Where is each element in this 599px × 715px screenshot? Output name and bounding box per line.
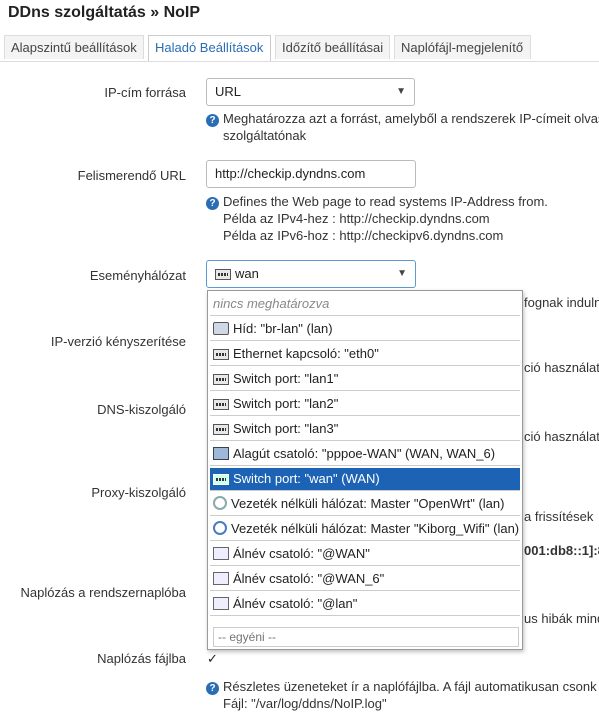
option-switch-port-lan3[interactable]: Switch port: "lan3" bbox=[210, 418, 520, 441]
ip-source-label: IP-cím forrása bbox=[104, 85, 186, 100]
bridge-icon bbox=[213, 322, 229, 335]
wireless-disabled-icon bbox=[213, 496, 227, 510]
option-bridge-br-lan[interactable]: Híd: "br-lan" (lan) bbox=[210, 318, 520, 341]
tunnel-icon bbox=[213, 447, 229, 460]
dns-server-label: DNS-kiszolgáló bbox=[97, 402, 186, 417]
option-switch-port-lan1[interactable]: Switch port: "lan1" bbox=[210, 368, 520, 391]
ip-source-help-line-2: szolgáltatónak bbox=[223, 128, 307, 143]
logfile-checkbox[interactable]: ✓ bbox=[205, 651, 220, 666]
chevron-down-icon: ▼ bbox=[396, 86, 406, 97]
detect-url-help-line-1: Defines the Web page to read systems IP-… bbox=[223, 194, 548, 209]
tab-bar: Alapszintű beállítások Haladó Beállításo… bbox=[0, 35, 599, 62]
option-alias-lan[interactable]: Álnév csatoló: "@lan" bbox=[210, 593, 520, 616]
alias-icon bbox=[213, 572, 229, 585]
option-switch-port-lan2[interactable]: Switch port: "lan2" bbox=[210, 393, 520, 416]
syslog-help-fragment: us hibák mind bbox=[524, 611, 599, 626]
tab-log-viewer[interactable]: Naplófájl-megjelenítő bbox=[394, 35, 531, 59]
tab-basic-settings[interactable]: Alapszintű beállítások bbox=[4, 35, 144, 59]
event-network-help-fragment: fognak indulni bbox=[524, 295, 599, 310]
dns-server-help-fragment: ció használata bbox=[524, 429, 599, 444]
option-unspecified[interactable]: nincs meghatározva bbox=[210, 293, 520, 316]
ip-version-help-fragment: ció használata bbox=[524, 360, 599, 375]
option-wireless-openwrt[interactable]: Vezeték nélküli hálózat: Master "OpenWrt… bbox=[210, 493, 520, 516]
logfile-help-line-1: Részletes üzeneteket ír a naplófájlba. A… bbox=[223, 679, 597, 694]
switch-port-icon bbox=[213, 424, 229, 435]
ip-source-value: URL bbox=[215, 84, 242, 99]
tab-timer-settings[interactable]: Időzítő beállításai bbox=[275, 35, 390, 59]
event-network-dropdown: nincs meghatározva Híd: "br-lan" (lan) E… bbox=[207, 290, 523, 650]
option-switch-port-wan[interactable]: Switch port: "wan" (WAN) bbox=[210, 468, 520, 491]
help-icon: ? bbox=[206, 682, 219, 695]
option-alias-wan6[interactable]: Álnév csatoló: "@WAN_6" bbox=[210, 568, 520, 591]
detect-url-help: ? Defines the Web page to read systems IP… bbox=[206, 193, 548, 244]
option-ethernet-switch-eth0[interactable]: Ethernet kapcsoló: "eth0" bbox=[210, 343, 520, 366]
alias-icon bbox=[213, 547, 229, 560]
event-network-label: Eseményhálózat bbox=[89, 268, 186, 283]
ip-source-help: ? Meghatározza azt a forrást, amelyből a … bbox=[206, 110, 599, 144]
logfile-label: Naplózás fájlba bbox=[97, 651, 186, 666]
switch-port-icon bbox=[215, 269, 231, 280]
page-title: DDns szolgáltatás » NoIP bbox=[8, 4, 201, 21]
detect-url-help-line-2: Példa az IPv4-hez : http://checkip.dyndn… bbox=[223, 211, 490, 226]
help-icon: ? bbox=[206, 114, 219, 127]
proxy-label: Proxy-kiszolgáló bbox=[91, 485, 186, 500]
detect-url-input[interactable]: http://checkip.dyndns.com bbox=[206, 160, 416, 188]
option-tunnel-pppoe-wan[interactable]: Alagút csatoló: "pppoe-WAN" (WAN, WAN_6) bbox=[210, 443, 520, 466]
detect-url-label: Felismerendő URL bbox=[77, 168, 186, 183]
tab-advanced-settings[interactable]: Haladó Beállítások bbox=[148, 35, 271, 61]
proxy-example-fragment: 001:db8::1]:8 bbox=[524, 543, 599, 558]
event-network-value: wan bbox=[235, 266, 259, 281]
event-network-select[interactable]: wan ▼ bbox=[206, 260, 416, 288]
switch-port-icon bbox=[213, 374, 229, 385]
detect-url-help-line-3: Példa az IPv6-hoz : http://checkipv6.dyn… bbox=[223, 228, 504, 243]
wireless-icon bbox=[213, 521, 227, 535]
switch-port-icon bbox=[213, 399, 229, 410]
alias-icon bbox=[213, 597, 229, 610]
help-icon: ? bbox=[206, 197, 219, 210]
ethernet-switch-icon bbox=[213, 349, 229, 360]
switch-port-icon bbox=[213, 474, 229, 485]
chevron-down-icon: ▼ bbox=[397, 268, 407, 279]
proxy-help-fragment: a frissítések bbox=[524, 509, 594, 524]
option-alias-wan[interactable]: Álnév csatoló: "@WAN" bbox=[210, 543, 520, 566]
ip-source-help-line-1: Meghatározza azt a forrást, amelyből a r… bbox=[223, 111, 599, 126]
ip-source-select[interactable]: URL ▼ bbox=[206, 78, 415, 106]
logfile-help: ? Részletes üzeneteket ír a naplófájlba. … bbox=[206, 678, 597, 712]
ip-version-label: IP-verzió kényszerítése bbox=[50, 334, 186, 349]
syslog-label: Naplózás a rendszernaplóba bbox=[20, 585, 187, 600]
logfile-help-line-2: Fájl: "/var/log/ddns/NoIP.log" bbox=[223, 696, 387, 711]
option-wireless-kiborg-wifi[interactable]: Vezeték nélküli hálózat: Master "Kiborg_… bbox=[210, 518, 520, 541]
custom-value-input[interactable] bbox=[213, 627, 519, 647]
